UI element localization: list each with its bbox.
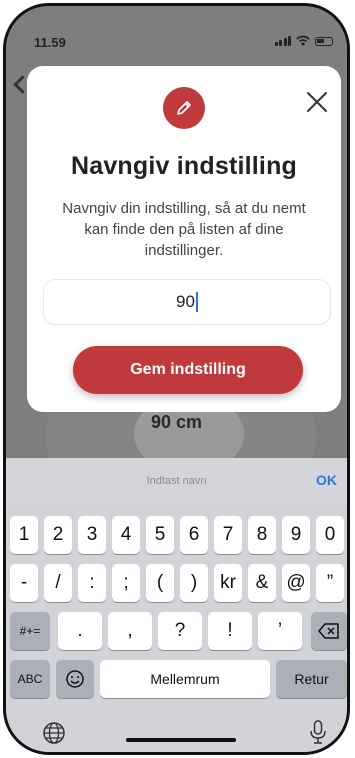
symbol-key[interactable]: & — [248, 564, 276, 602]
name-setting-dialog: Navngiv indstilling Navngiv din indstill… — [27, 66, 341, 412]
text-caret — [195, 292, 198, 312]
symbol-key[interactable]: : — [78, 564, 106, 602]
punctuation-key[interactable]: . — [58, 612, 102, 650]
close-icon — [307, 92, 327, 112]
symbol-key[interactable]: ) — [180, 564, 208, 602]
save-setting-button[interactable]: Gem indstilling — [73, 346, 303, 394]
close-button[interactable] — [305, 90, 329, 114]
digit-key[interactable]: 9 — [282, 516, 310, 554]
digit-key[interactable]: 3 — [78, 516, 106, 554]
battery-icon — [315, 37, 333, 46]
digit-key[interactable]: 2 — [44, 516, 72, 554]
punctuation-key[interactable]: ! — [208, 612, 252, 650]
digit-key[interactable]: 0 — [316, 516, 344, 554]
delete-key[interactable] — [311, 612, 347, 650]
signal-icon — [274, 36, 291, 46]
ok-button[interactable]: OK — [316, 472, 337, 488]
phone-frame: 11.59 90 cm Navngiv indstilling Navngiv … — [3, 3, 350, 755]
keyboard: 1234567890 - /:;() kr & @” #+= .,?!’ ABC Mel… — [6, 504, 347, 752]
abc-key[interactable]: ABC — [10, 660, 50, 698]
punctuation-key[interactable]: ’ — [258, 612, 302, 650]
dialog-description: Navngiv din indstilling, så at du nemt k… — [62, 200, 306, 259]
return-key[interactable]: Retur — [276, 660, 347, 698]
digit-key[interactable]: 1 — [10, 516, 38, 554]
symbol-key[interactable]: ; — [112, 564, 140, 602]
symbol-key[interactable]: ( — [146, 564, 174, 602]
symbol-key[interactable]: / — [44, 564, 72, 602]
wifi-icon — [296, 35, 310, 46]
digit-key[interactable]: 4 — [112, 516, 140, 554]
backspace-icon — [318, 623, 339, 639]
space-key[interactable]: Mellemrum — [100, 660, 270, 698]
pencil-icon — [177, 101, 191, 115]
status-time: 11.59 — [34, 35, 66, 50]
emoji-key[interactable] — [56, 660, 94, 698]
keyboard-hint: Indtast navn — [146, 475, 207, 487]
symbol-key[interactable]: kr — [214, 564, 242, 602]
name-input[interactable]: 90 — [43, 279, 331, 325]
symbols-toggle-key[interactable]: #+= — [10, 612, 50, 650]
punctuation-key[interactable]: , — [108, 612, 152, 650]
digit-key[interactable]: 5 — [146, 516, 174, 554]
globe-icon[interactable] — [42, 721, 66, 745]
symbol-key[interactable]: @ — [282, 564, 310, 602]
background-value-label: 90 cm — [150, 412, 203, 432]
microphone-icon[interactable] — [308, 719, 328, 745]
dialog-title: Navngiv indstilling — [70, 152, 298, 180]
keyboard-toolbar: Indtast navn OK — [6, 458, 347, 504]
digit-key[interactable]: 6 — [180, 516, 208, 554]
symbol-key[interactable]: ” — [316, 564, 344, 602]
digit-key[interactable]: 8 — [248, 516, 276, 554]
pencil-badge — [163, 87, 205, 129]
digit-key[interactable]: 7 — [214, 516, 242, 554]
screen: 11.59 90 cm Navngiv indstilling Navngiv … — [6, 6, 347, 752]
symbol-key[interactable]: - — [10, 564, 38, 602]
home-indicator — [126, 738, 236, 742]
status-icons — [274, 35, 333, 46]
emoji-icon — [66, 670, 84, 688]
punctuation-key[interactable]: ? — [158, 612, 202, 650]
name-input-value: 90 — [176, 292, 195, 311]
